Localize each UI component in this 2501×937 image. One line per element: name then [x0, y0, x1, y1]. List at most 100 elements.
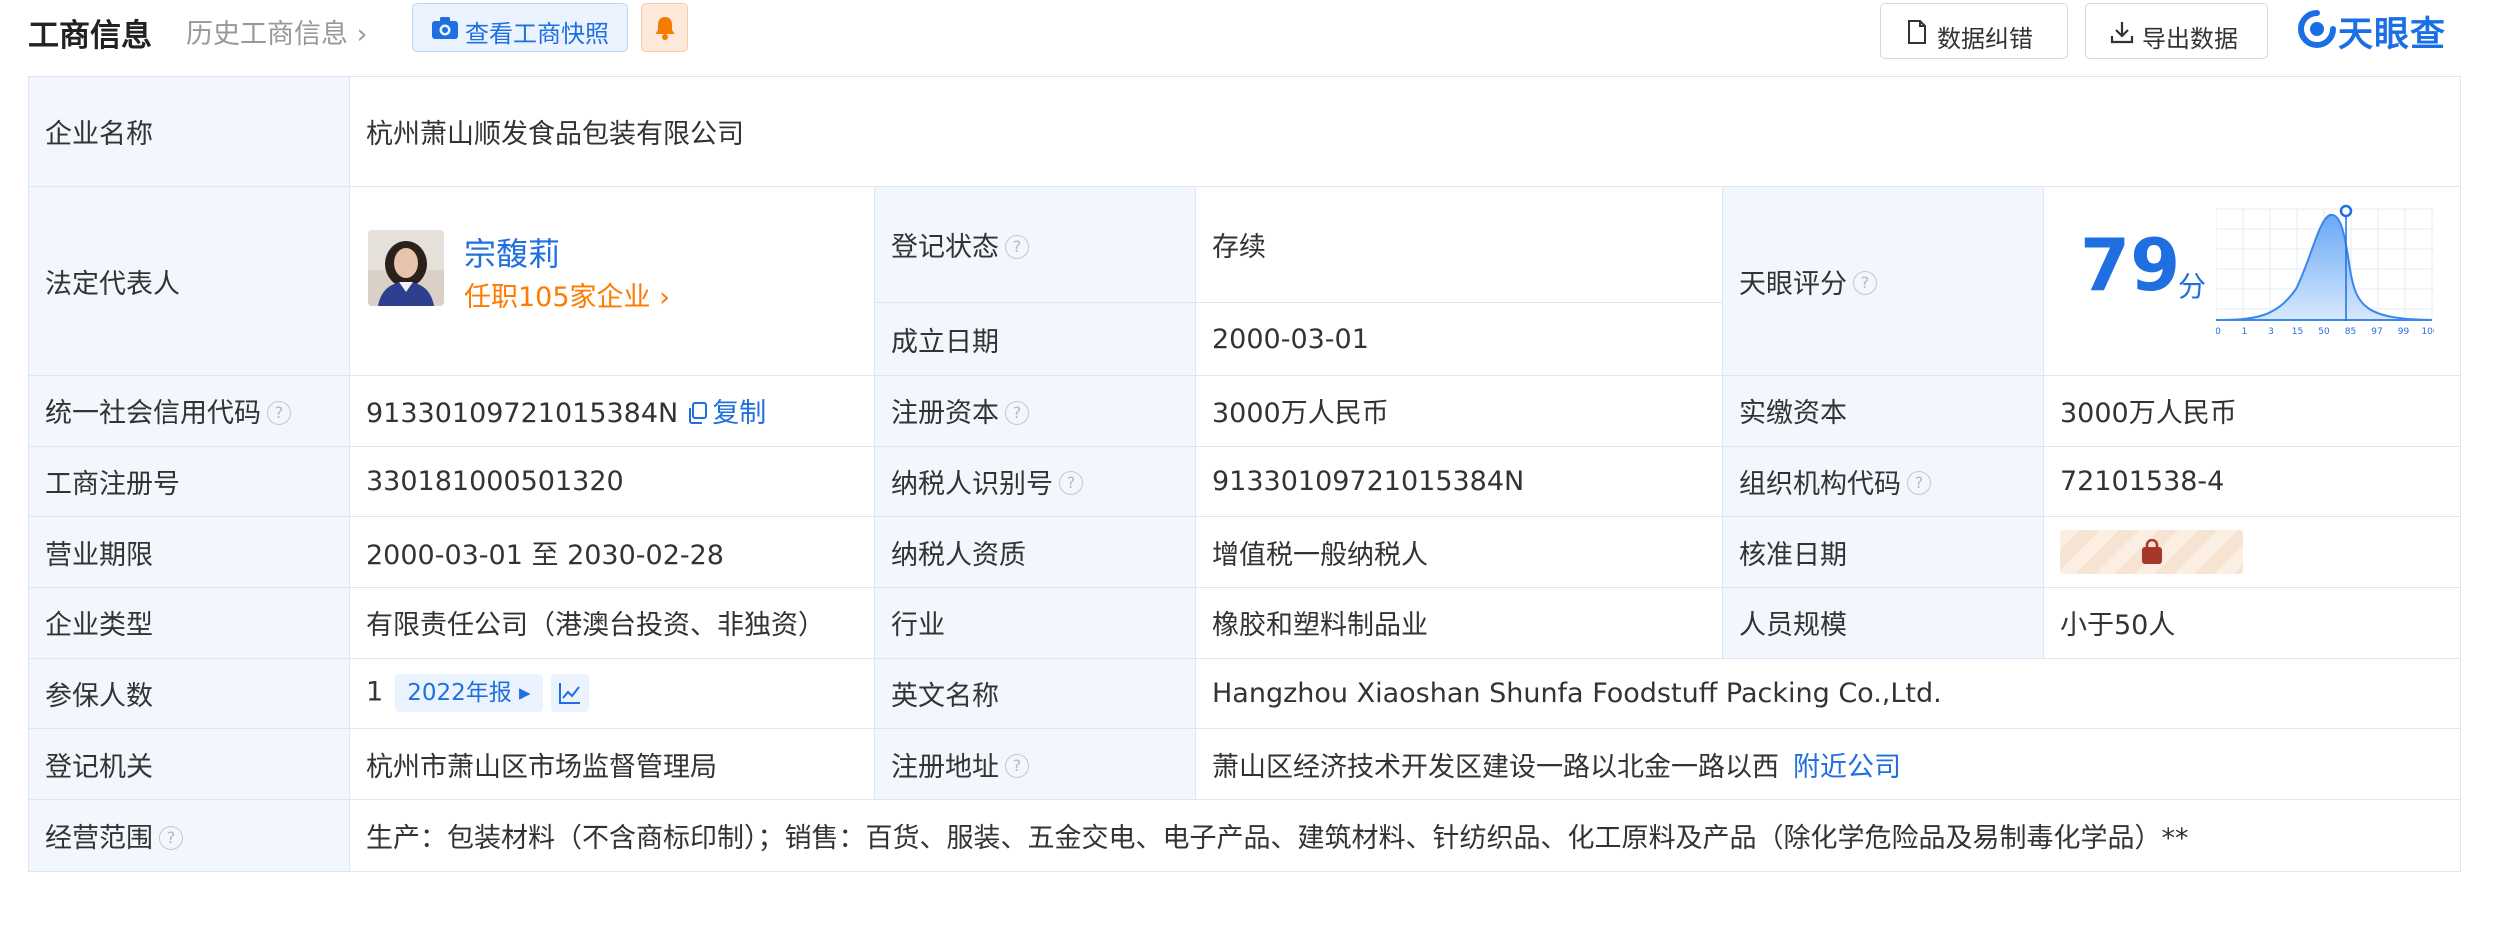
score-axis-tick-label: 85	[2345, 327, 2356, 337]
table-row: 法定代表人 宗馥莉 任职105家企业 › 登记状态? 存续 天眼评分? 79 分	[28, 186, 2462, 377]
address-cell: 萧山区经济技术开发区建设一路以北金一路以西 附近公司	[1194, 727, 2462, 801]
approval-date-cell	[2042, 515, 2462, 589]
chevron-right-icon: ›	[650, 282, 670, 314]
scope-label: 经营范围?	[28, 799, 350, 872]
industry-value: 橡胶和塑料制品业	[1195, 587, 1723, 659]
paid-capital-value: 3000万人民币	[2042, 375, 2462, 447]
reg-status-value: 存续	[1195, 186, 1723, 304]
help-icon[interactable]: ?	[159, 825, 183, 850]
trend-chart-button[interactable]	[550, 674, 589, 713]
reg-capital-value: 3000万人民币	[1195, 375, 1723, 447]
table-row: 营业期限 2000-03-01 至 2030-02-28 纳税人资质 增值税一般…	[28, 515, 2462, 589]
monitor-bell-button[interactable]	[641, 3, 688, 52]
taxpayer-id-value: 91330109721015384N	[1195, 445, 1723, 517]
industry-label: 行业	[874, 587, 1196, 659]
taxpayer-qual-value: 增值税一般纳税人	[1195, 515, 1723, 589]
score-axis-tick-label: 100	[2421, 327, 2434, 337]
view-snapshot-button[interactable]: 查看工商快照	[412, 3, 628, 52]
table-row: 统一社会信用代码? 91330109721015384N 复制 注册资本? 300…	[28, 375, 2462, 447]
insured-label: 参保人数	[28, 657, 350, 729]
help-icon[interactable]: ?	[1907, 471, 1931, 496]
insured-cell: 1 2022年报 ▸	[349, 657, 875, 729]
taxpayer-qual-label: 纳税人资质	[874, 515, 1196, 589]
company-name-label: 企业名称	[28, 75, 350, 188]
score-distribution-chart: 0 1 3 15 50 85 97 99 100	[2216, 205, 2434, 337]
org-code-value: 72101538-4	[2042, 445, 2462, 517]
table-row: 企业类型 有限责任公司（港澳台投资、非独资） 行业 橡胶和塑料制品业 人员规模 …	[28, 587, 2462, 659]
copy-button[interactable]: 复制	[688, 398, 766, 429]
table-row: 企业名称 杭州萧山顺发食品包装有限公司	[28, 75, 2462, 188]
document-icon	[1908, 20, 1926, 44]
download-icon	[2110, 22, 2134, 44]
company-name-value: 杭州萧山顺发食品包装有限公司	[348, 75, 2462, 188]
found-date-value: 2000-03-01	[1195, 302, 1723, 377]
annual-report-year-tag[interactable]: 2022年报 ▸	[395, 674, 543, 713]
score-cell[interactable]: 79 分 0 1 3 15 50 85 97 99 100	[2042, 186, 2462, 377]
company-type-value: 有限责任公司（港澳台投资、非独资）	[349, 587, 875, 659]
reg-no-value: 330181000501320	[349, 445, 875, 517]
credit-code-cell: 91330109721015384N 复制	[349, 375, 875, 447]
lock-bag-icon	[2142, 539, 2162, 565]
score-axis-tick-label: 97	[2371, 327, 2382, 337]
help-icon[interactable]: ?	[1005, 234, 1029, 259]
legal-rep-label: 法定代表人	[28, 186, 350, 377]
score-axis-tick-label: 3	[2268, 327, 2274, 337]
reg-no-label: 工商注册号	[28, 445, 350, 517]
table-row: 参保人数 1 2022年报 ▸ 英文名称 Hangzhou Xiaoshan Sh…	[28, 657, 2462, 729]
address-value: 萧山区经济技术开发区建设一路以北金一路以西	[1212, 751, 1779, 783]
help-icon[interactable]: ?	[1853, 271, 1877, 296]
score-axis-tick-label: 15	[2292, 327, 2303, 337]
camera-icon	[432, 17, 458, 39]
score-axis-tick-label: 50	[2318, 327, 2330, 337]
approval-date-label: 核准日期	[1722, 515, 2044, 589]
section-title: 工商信息	[28, 18, 152, 54]
copy-icon	[689, 401, 708, 424]
company-type-label: 企业类型	[28, 587, 350, 659]
help-icon[interactable]: ?	[1005, 400, 1029, 425]
authority-label: 登记机关	[28, 727, 350, 801]
org-code-label: 组织机构代码?	[1722, 445, 2044, 517]
score-axis-tick-label: 99	[2398, 327, 2410, 337]
line-chart-icon	[558, 683, 580, 705]
insured-value: 1	[366, 676, 384, 708]
export-data-button[interactable]: 导出数据	[2085, 3, 2268, 59]
avatar[interactable]	[368, 230, 444, 307]
table-row: 经营范围? 生产：包装材料（不含商标印制）；销售：百货、服装、五金交电、电子产品…	[28, 799, 2462, 872]
help-icon[interactable]: ?	[1005, 754, 1029, 779]
score-unit: 分	[2178, 270, 2207, 304]
legal-rep-name-link[interactable]: 宗馥莉	[464, 229, 560, 275]
reg-status-label: 登记状态?	[874, 186, 1196, 304]
credit-code-value: 91330109721015384N	[366, 398, 679, 430]
caret-right-icon: ▸	[511, 680, 531, 707]
term-value: 2000-03-01 至 2030-02-28	[349, 515, 875, 589]
score-axis-tick-label: 1	[2242, 327, 2248, 337]
score-axis-tick-label: 0	[2216, 327, 2221, 337]
help-icon[interactable]: ?	[267, 400, 291, 425]
score-label: 天眼评分?	[1722, 186, 2044, 377]
paid-capital-label: 实缴资本	[1722, 375, 2044, 447]
term-label: 营业期限	[28, 515, 350, 589]
tianyancha-logo: 天眼查	[2298, 6, 2501, 55]
reg-capital-label: 注册资本?	[874, 375, 1196, 447]
help-icon[interactable]: ?	[1059, 471, 1083, 496]
section-header: 工商信息 历史工商信息 › 查看工商快照 数据纠错 导出数据 天眼查	[0, 0, 2501, 70]
staff-label: 人员规模	[1722, 587, 2044, 659]
legal-rep-cell: 宗馥莉 任职105家企业 ›	[349, 186, 875, 377]
history-info-link[interactable]: 历史工商信息 ›	[186, 12, 367, 51]
legal-rep-jobs-link[interactable]: 任职105家企业 ›	[464, 275, 670, 314]
nearby-companies-link[interactable]: 附近公司	[1793, 752, 1901, 783]
scope-value: 生产：包装材料（不含商标印制）；销售：百货、服装、五金交电、电子产品、建筑材料、…	[348, 799, 2462, 872]
table-row: 登记机关 杭州市萧山区市场监督管理局 注册地址? 萧山区经济技术开发区建设一路以…	[28, 727, 2462, 801]
address-label: 注册地址?	[874, 727, 1196, 801]
bell-icon	[655, 17, 675, 40]
table-row: 工商注册号 330181000501320 纳税人识别号? 9133010972…	[28, 445, 2462, 517]
staff-value: 小于50人	[2042, 587, 2462, 659]
chevron-right-icon: ›	[348, 19, 368, 50]
data-correction-button[interactable]: 数据纠错	[1880, 3, 2068, 59]
locked-vip-content[interactable]	[2060, 530, 2243, 575]
found-date-label: 成立日期	[874, 302, 1196, 377]
en-name-value: Hangzhou Xiaoshan Shunfa Foodstuff Packi…	[1194, 657, 2462, 729]
credit-code-label: 统一社会信用代码?	[28, 375, 350, 447]
en-name-label: 英文名称	[874, 657, 1196, 729]
eye-logo-icon	[2298, 10, 2336, 48]
